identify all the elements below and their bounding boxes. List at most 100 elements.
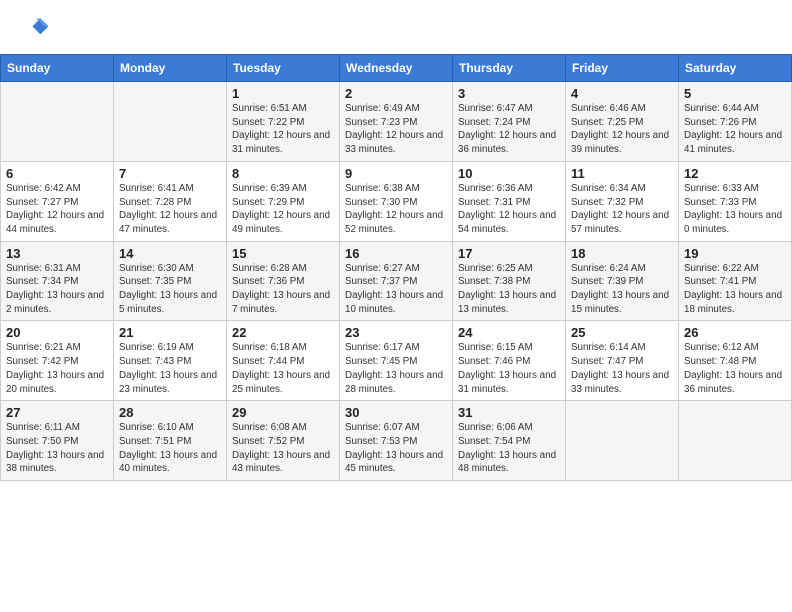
day-number: 14 (119, 246, 221, 261)
day-number: 18 (571, 246, 673, 261)
calendar-cell (679, 401, 792, 481)
calendar-cell: 8Sunrise: 6:39 AMSunset: 7:29 PMDaylight… (227, 161, 340, 241)
day-info: Sunrise: 6:39 AMSunset: 7:29 PMDaylight:… (232, 182, 334, 237)
calendar-cell: 30Sunrise: 6:07 AMSunset: 7:53 PMDayligh… (340, 401, 453, 481)
day-number: 6 (6, 166, 108, 181)
calendar-cell: 1Sunrise: 6:51 AMSunset: 7:22 PMDaylight… (227, 82, 340, 162)
calendar-cell: 23Sunrise: 6:17 AMSunset: 7:45 PMDayligh… (340, 321, 453, 401)
calendar-cell: 4Sunrise: 6:46 AMSunset: 7:25 PMDaylight… (566, 82, 679, 162)
day-number: 3 (458, 86, 560, 101)
calendar-cell (566, 401, 679, 481)
calendar-cell: 14Sunrise: 6:30 AMSunset: 7:35 PMDayligh… (114, 241, 227, 321)
day-info: Sunrise: 6:34 AMSunset: 7:32 PMDaylight:… (571, 182, 673, 237)
day-number: 2 (345, 86, 447, 101)
day-number: 29 (232, 405, 334, 420)
day-info: Sunrise: 6:10 AMSunset: 7:51 PMDaylight:… (119, 421, 221, 476)
day-info: Sunrise: 6:24 AMSunset: 7:39 PMDaylight:… (571, 262, 673, 317)
day-info: Sunrise: 6:41 AMSunset: 7:28 PMDaylight:… (119, 182, 221, 237)
day-number: 23 (345, 325, 447, 340)
logo (18, 12, 54, 44)
weekday-header-row: SundayMondayTuesdayWednesdayThursdayFrid… (1, 55, 792, 82)
day-info: Sunrise: 6:44 AMSunset: 7:26 PMDaylight:… (684, 102, 786, 157)
day-number: 11 (571, 166, 673, 181)
calendar-cell: 13Sunrise: 6:31 AMSunset: 7:34 PMDayligh… (1, 241, 114, 321)
day-info: Sunrise: 6:22 AMSunset: 7:41 PMDaylight:… (684, 262, 786, 317)
header (0, 0, 792, 48)
day-info: Sunrise: 6:33 AMSunset: 7:33 PMDaylight:… (684, 182, 786, 237)
day-info: Sunrise: 6:30 AMSunset: 7:35 PMDaylight:… (119, 262, 221, 317)
day-info: Sunrise: 6:12 AMSunset: 7:48 PMDaylight:… (684, 341, 786, 396)
calendar-cell: 5Sunrise: 6:44 AMSunset: 7:26 PMDaylight… (679, 82, 792, 162)
weekday-header-monday: Monday (114, 55, 227, 82)
calendar-cell: 6Sunrise: 6:42 AMSunset: 7:27 PMDaylight… (1, 161, 114, 241)
day-info: Sunrise: 6:51 AMSunset: 7:22 PMDaylight:… (232, 102, 334, 157)
calendar-cell: 25Sunrise: 6:14 AMSunset: 7:47 PMDayligh… (566, 321, 679, 401)
calendar-cell: 22Sunrise: 6:18 AMSunset: 7:44 PMDayligh… (227, 321, 340, 401)
day-info: Sunrise: 6:46 AMSunset: 7:25 PMDaylight:… (571, 102, 673, 157)
day-info: Sunrise: 6:49 AMSunset: 7:23 PMDaylight:… (345, 102, 447, 157)
day-number: 5 (684, 86, 786, 101)
day-number: 19 (684, 246, 786, 261)
day-info: Sunrise: 6:08 AMSunset: 7:52 PMDaylight:… (232, 421, 334, 476)
calendar-table: SundayMondayTuesdayWednesdayThursdayFrid… (0, 54, 792, 481)
day-info: Sunrise: 6:27 AMSunset: 7:37 PMDaylight:… (345, 262, 447, 317)
calendar-cell: 16Sunrise: 6:27 AMSunset: 7:37 PMDayligh… (340, 241, 453, 321)
day-number: 27 (6, 405, 108, 420)
calendar-cell: 11Sunrise: 6:34 AMSunset: 7:32 PMDayligh… (566, 161, 679, 241)
day-info: Sunrise: 6:14 AMSunset: 7:47 PMDaylight:… (571, 341, 673, 396)
day-info: Sunrise: 6:36 AMSunset: 7:31 PMDaylight:… (458, 182, 560, 237)
day-number: 15 (232, 246, 334, 261)
day-number: 17 (458, 246, 560, 261)
calendar-cell: 3Sunrise: 6:47 AMSunset: 7:24 PMDaylight… (453, 82, 566, 162)
day-number: 26 (684, 325, 786, 340)
calendar-cell: 18Sunrise: 6:24 AMSunset: 7:39 PMDayligh… (566, 241, 679, 321)
calendar-week-3: 13Sunrise: 6:31 AMSunset: 7:34 PMDayligh… (1, 241, 792, 321)
calendar-cell: 24Sunrise: 6:15 AMSunset: 7:46 PMDayligh… (453, 321, 566, 401)
day-number: 4 (571, 86, 673, 101)
calendar-week-5: 27Sunrise: 6:11 AMSunset: 7:50 PMDayligh… (1, 401, 792, 481)
day-info: Sunrise: 6:06 AMSunset: 7:54 PMDaylight:… (458, 421, 560, 476)
day-number: 31 (458, 405, 560, 420)
calendar-week-1: 1Sunrise: 6:51 AMSunset: 7:22 PMDaylight… (1, 82, 792, 162)
day-number: 12 (684, 166, 786, 181)
calendar-cell: 29Sunrise: 6:08 AMSunset: 7:52 PMDayligh… (227, 401, 340, 481)
day-number: 9 (345, 166, 447, 181)
calendar-cell: 10Sunrise: 6:36 AMSunset: 7:31 PMDayligh… (453, 161, 566, 241)
calendar-cell: 27Sunrise: 6:11 AMSunset: 7:50 PMDayligh… (1, 401, 114, 481)
weekday-header-saturday: Saturday (679, 55, 792, 82)
day-number: 20 (6, 325, 108, 340)
day-info: Sunrise: 6:18 AMSunset: 7:44 PMDaylight:… (232, 341, 334, 396)
weekday-header-thursday: Thursday (453, 55, 566, 82)
day-number: 10 (458, 166, 560, 181)
logo-icon (18, 12, 50, 44)
day-info: Sunrise: 6:47 AMSunset: 7:24 PMDaylight:… (458, 102, 560, 157)
calendar-cell: 9Sunrise: 6:38 AMSunset: 7:30 PMDaylight… (340, 161, 453, 241)
calendar-cell (114, 82, 227, 162)
weekday-header-tuesday: Tuesday (227, 55, 340, 82)
day-info: Sunrise: 6:38 AMSunset: 7:30 PMDaylight:… (345, 182, 447, 237)
day-number: 25 (571, 325, 673, 340)
calendar-cell: 19Sunrise: 6:22 AMSunset: 7:41 PMDayligh… (679, 241, 792, 321)
day-info: Sunrise: 6:31 AMSunset: 7:34 PMDaylight:… (6, 262, 108, 317)
day-info: Sunrise: 6:25 AMSunset: 7:38 PMDaylight:… (458, 262, 560, 317)
calendar-cell: 21Sunrise: 6:19 AMSunset: 7:43 PMDayligh… (114, 321, 227, 401)
day-info: Sunrise: 6:28 AMSunset: 7:36 PMDaylight:… (232, 262, 334, 317)
calendar-cell: 7Sunrise: 6:41 AMSunset: 7:28 PMDaylight… (114, 161, 227, 241)
day-info: Sunrise: 6:17 AMSunset: 7:45 PMDaylight:… (345, 341, 447, 396)
calendar-cell: 28Sunrise: 6:10 AMSunset: 7:51 PMDayligh… (114, 401, 227, 481)
calendar-cell: 15Sunrise: 6:28 AMSunset: 7:36 PMDayligh… (227, 241, 340, 321)
calendar-cell (1, 82, 114, 162)
calendar-cell: 31Sunrise: 6:06 AMSunset: 7:54 PMDayligh… (453, 401, 566, 481)
calendar-week-4: 20Sunrise: 6:21 AMSunset: 7:42 PMDayligh… (1, 321, 792, 401)
calendar-cell: 17Sunrise: 6:25 AMSunset: 7:38 PMDayligh… (453, 241, 566, 321)
calendar-cell: 26Sunrise: 6:12 AMSunset: 7:48 PMDayligh… (679, 321, 792, 401)
day-number: 24 (458, 325, 560, 340)
day-number: 7 (119, 166, 221, 181)
day-number: 22 (232, 325, 334, 340)
day-number: 21 (119, 325, 221, 340)
calendar-week-2: 6Sunrise: 6:42 AMSunset: 7:27 PMDaylight… (1, 161, 792, 241)
calendar-cell: 2Sunrise: 6:49 AMSunset: 7:23 PMDaylight… (340, 82, 453, 162)
day-number: 13 (6, 246, 108, 261)
day-number: 28 (119, 405, 221, 420)
day-number: 30 (345, 405, 447, 420)
